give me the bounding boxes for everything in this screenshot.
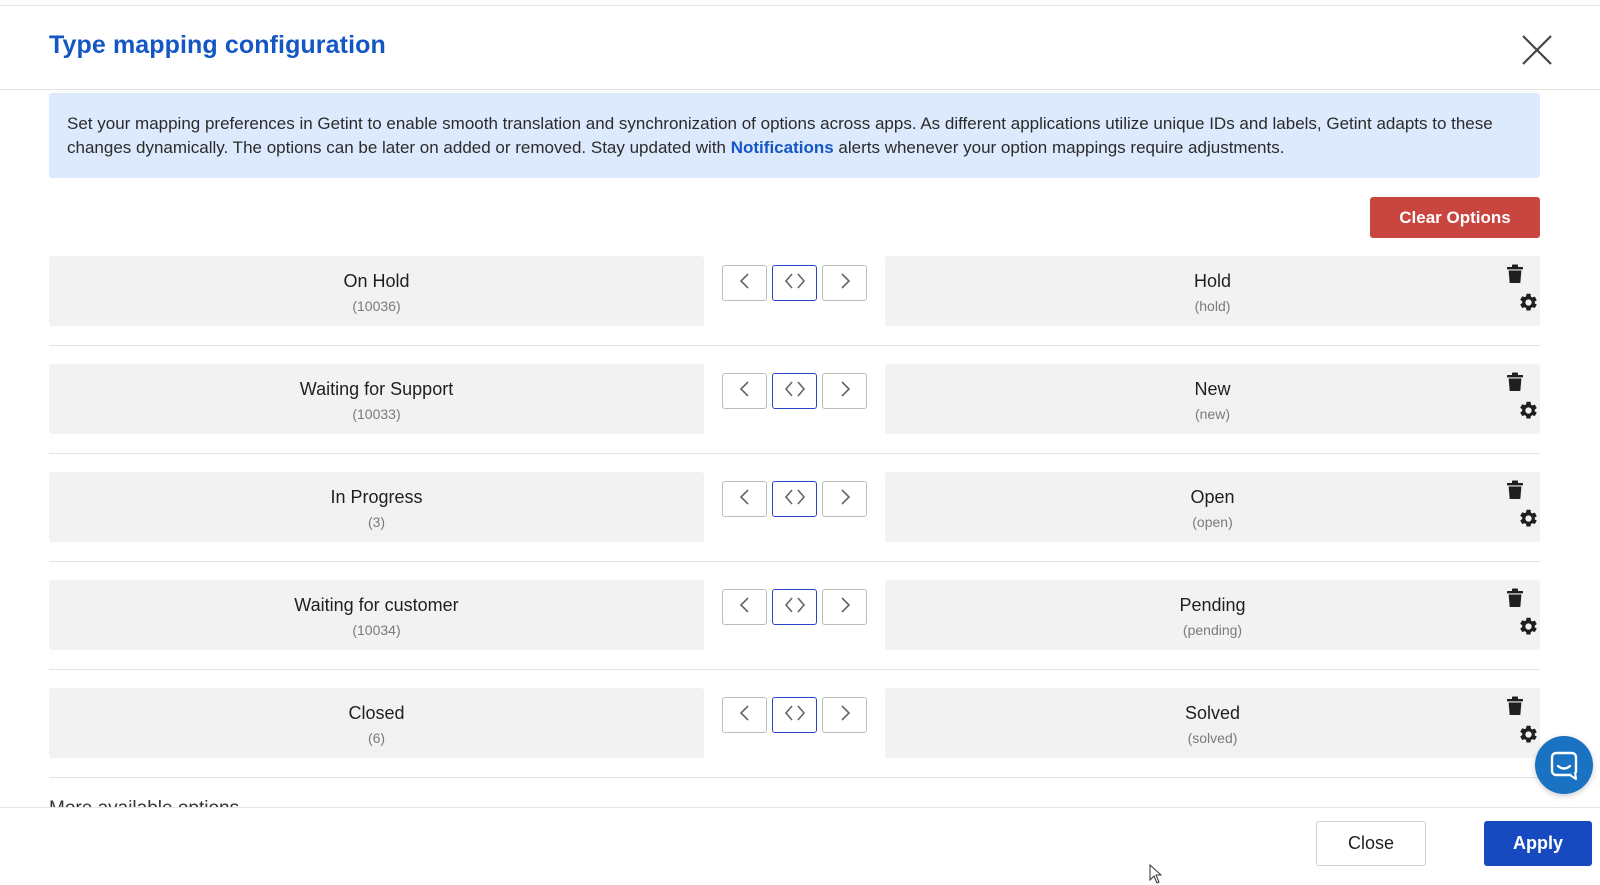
row-divider [49,777,1540,778]
right-option-box: Hold (hold) [885,256,1540,326]
trash-icon[interactable] [1506,480,1524,500]
mapping-row: In Progress (3) Open (open) [49,472,1540,542]
left-option-box: Waiting for customer (10034) [49,580,704,650]
right-option-box: Pending (pending) [885,580,1540,650]
sync-right-button[interactable] [822,265,867,301]
trash-icon[interactable] [1506,372,1524,392]
chevron-both-icon [783,272,807,295]
sync-both-button[interactable] [772,373,817,409]
right-option-label: Open [1190,487,1235,507]
right-option-id: (hold) [1194,298,1231,314]
sync-both-button[interactable] [772,589,817,625]
left-option-box: In Progress (3) [49,472,704,542]
left-option-label: Waiting for Support [299,379,454,399]
sync-direction-group [722,373,867,409]
gear-icon[interactable] [1518,400,1539,421]
right-option-id: (open) [1192,514,1233,530]
right-option-box: Open (open) [885,472,1540,542]
dialog-title: Type mapping configuration [49,31,386,59]
mapping-row: Waiting for Support (10033) New (new) [49,364,1540,434]
chevron-left-icon [737,596,753,619]
apply-button[interactable]: Apply [1484,821,1592,866]
mapping-row: On Hold (10036) Hold (hold) [49,256,1540,326]
close-x-icon[interactable] [1520,33,1554,67]
sync-right-button[interactable] [822,481,867,517]
dialog-header: Type mapping configuration [0,6,1600,90]
close-button[interactable]: Close [1316,821,1426,866]
sync-direction-group [722,697,867,733]
mouse-cursor-icon [1149,864,1163,884]
info-text-after: alerts whenever your option mappings req… [833,138,1285,157]
right-option-label: Hold [1193,271,1232,291]
left-option-label: Waiting for customer [294,595,459,615]
trash-icon[interactable] [1506,264,1524,284]
sync-right-button[interactable] [822,373,867,409]
trash-icon[interactable] [1506,588,1524,608]
chat-widget-button[interactable] [1535,736,1593,794]
notifications-link[interactable]: Notifications [731,138,834,157]
chevron-both-icon [783,596,807,619]
sync-both-button[interactable] [772,481,817,517]
gear-icon[interactable] [1518,724,1539,745]
gear-icon[interactable] [1518,616,1539,637]
sync-left-button[interactable] [722,481,767,517]
chevron-both-icon [783,704,807,727]
left-option-label: Closed [348,703,405,723]
right-option-id: (solved) [1187,730,1238,746]
chevron-left-icon [737,380,753,403]
row-divider [49,669,1540,670]
sync-left-button[interactable] [722,589,767,625]
right-option-id: (pending) [1182,622,1243,638]
sync-right-button[interactable] [822,589,867,625]
sync-left-button[interactable] [722,265,767,301]
trash-icon[interactable] [1506,696,1524,716]
sync-both-button[interactable] [772,265,817,301]
left-option-id: (10033) [352,406,401,422]
left-option-id: (3) [367,514,386,530]
sync-direction-group [722,265,867,301]
dialog-footer: Close Apply [0,807,1600,885]
row-divider [49,561,1540,562]
right-option-box: Solved (solved) [885,688,1540,758]
left-option-label: In Progress [330,487,423,507]
chevron-left-icon [737,488,753,511]
sync-both-button[interactable] [772,697,817,733]
sync-right-button[interactable] [822,697,867,733]
left-option-box: Waiting for Support (10033) [49,364,704,434]
chevron-right-icon [837,272,853,295]
chevron-right-icon [837,488,853,511]
right-option-label: New [1194,379,1231,399]
right-option-label: Solved [1184,703,1241,723]
right-option-box: New (new) [885,364,1540,434]
chevron-right-icon [837,704,853,727]
left-option-id: (10034) [352,622,401,638]
sync-direction-group [722,589,867,625]
sync-direction-group [722,481,867,517]
left-option-label: On Hold [343,271,410,291]
chat-bubble-icon [1550,751,1578,780]
gear-icon[interactable] [1518,508,1539,529]
chevron-both-icon [783,380,807,403]
row-divider [49,345,1540,346]
chevron-left-icon [737,704,753,727]
sync-left-button[interactable] [722,697,767,733]
clear-options-button[interactable]: Clear Options [1370,197,1540,238]
right-option-label: Pending [1179,595,1246,615]
left-option-box: Closed (6) [49,688,704,758]
chevron-both-icon [783,488,807,511]
mapping-row: Waiting for customer (10034) Pending (pendi… [49,580,1540,650]
chevron-right-icon [837,596,853,619]
row-divider [49,453,1540,454]
left-option-id: (6) [367,730,386,746]
left-option-id: (10036) [352,298,401,314]
gear-icon[interactable] [1518,292,1539,313]
mapping-row: Closed (6) Solved (solved) [49,688,1540,758]
sync-left-button[interactable] [722,373,767,409]
right-option-id: (new) [1194,406,1230,422]
info-banner: Set your mapping preferences in Getint t… [49,93,1540,178]
chevron-left-icon [737,272,753,295]
left-option-box: On Hold (10036) [49,256,704,326]
chevron-right-icon [837,380,853,403]
